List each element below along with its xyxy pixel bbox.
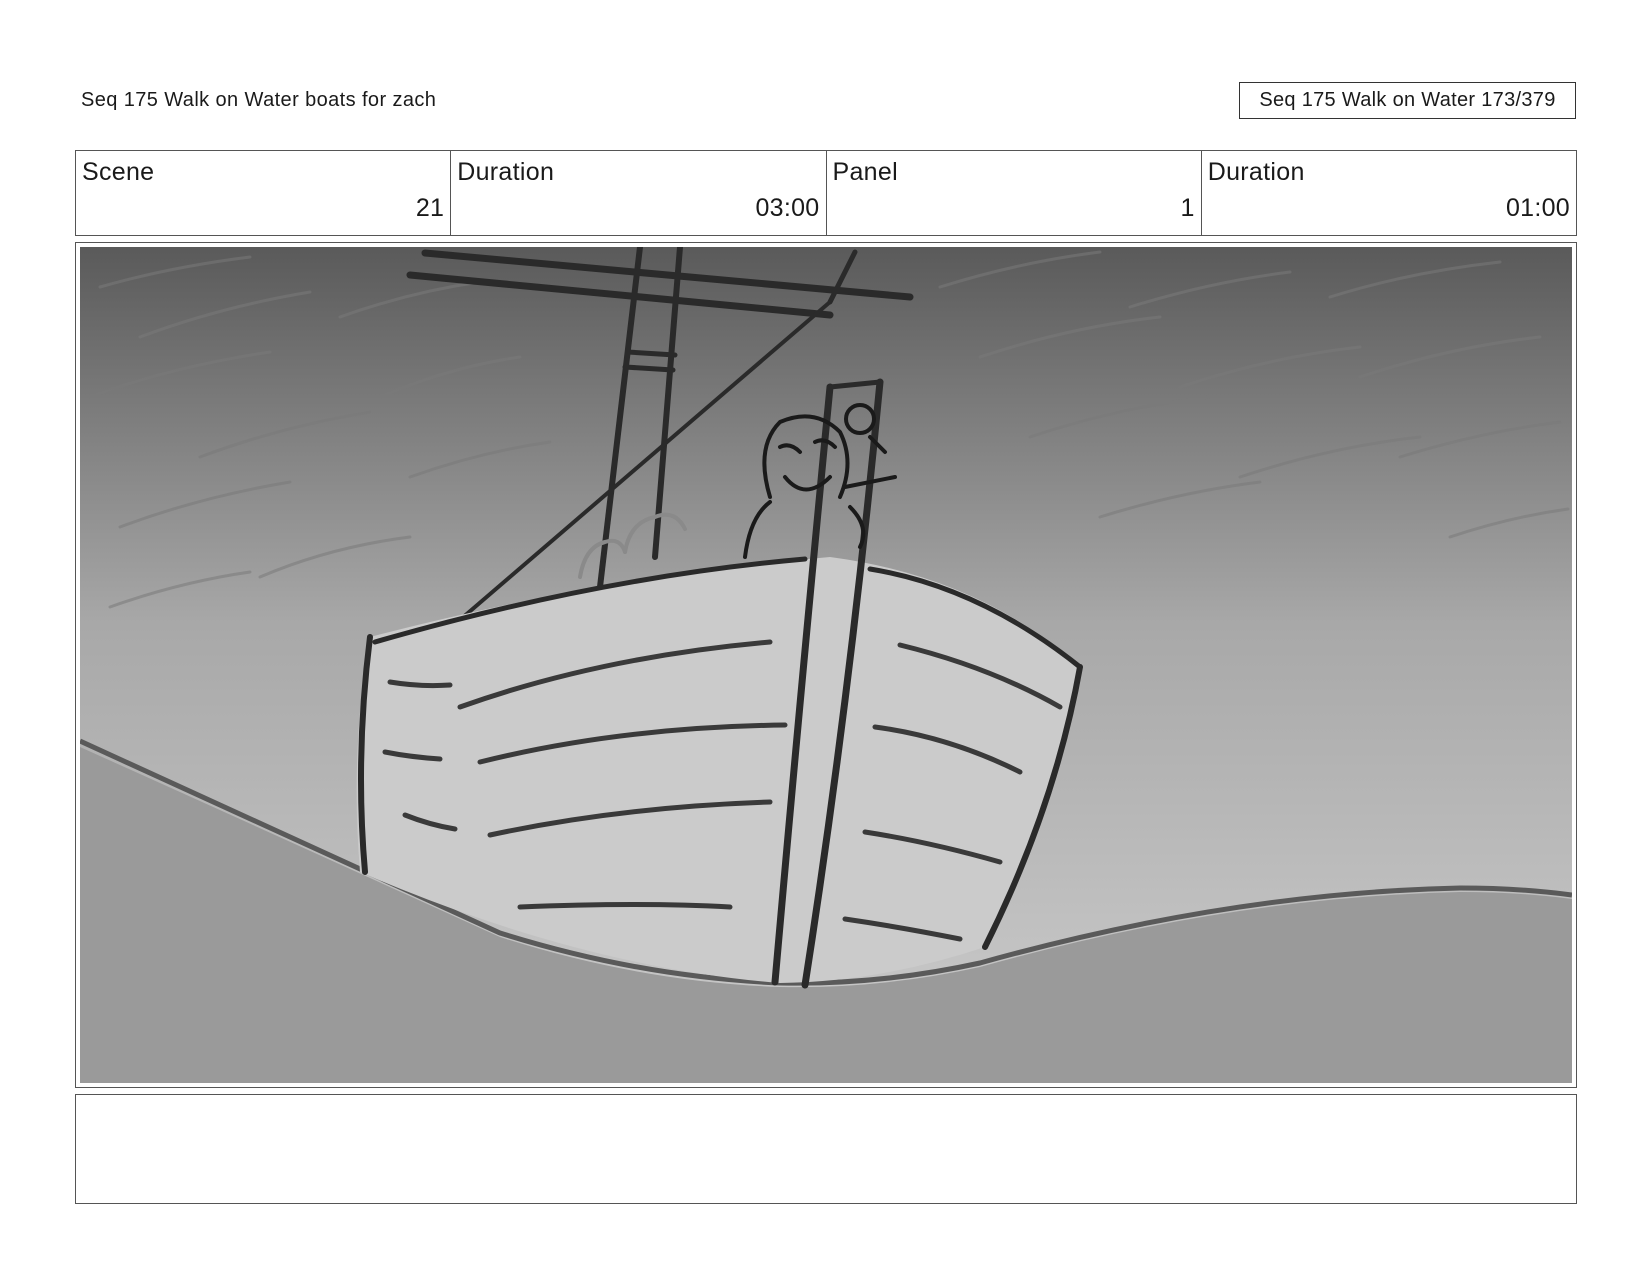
scene-duration-label: Duration [457,158,555,186]
panel-duration-cell: Duration 01:00 [1202,151,1576,235]
panel-label: Panel [832,158,898,186]
panel-notes-box [75,1094,1577,1204]
scene-value: 21 [415,194,445,222]
panel-cell: Panel 1 [827,151,1202,235]
scene-label: Scene [82,158,155,186]
panel-duration-value: 01:00 [1505,194,1570,222]
storyboard-panel-frame [75,242,1577,1088]
sequence-title: Seq 175 Walk on Water boats for zach [81,89,437,111]
scene-duration-value: 03:00 [755,194,820,222]
storyboard-sketch-image [80,247,1572,1083]
panel-duration-label: Duration [1207,158,1305,186]
scene-cell: Scene 21 [76,151,452,235]
scene-duration-cell: Duration 03:00 [451,151,827,235]
panel-value: 1 [1180,194,1195,222]
page-indicator: Seq 175 Walk on Water 173/379 [1239,82,1576,119]
info-table: Scene 21 Duration 03:00 Panel 1 Duration… [75,150,1577,236]
